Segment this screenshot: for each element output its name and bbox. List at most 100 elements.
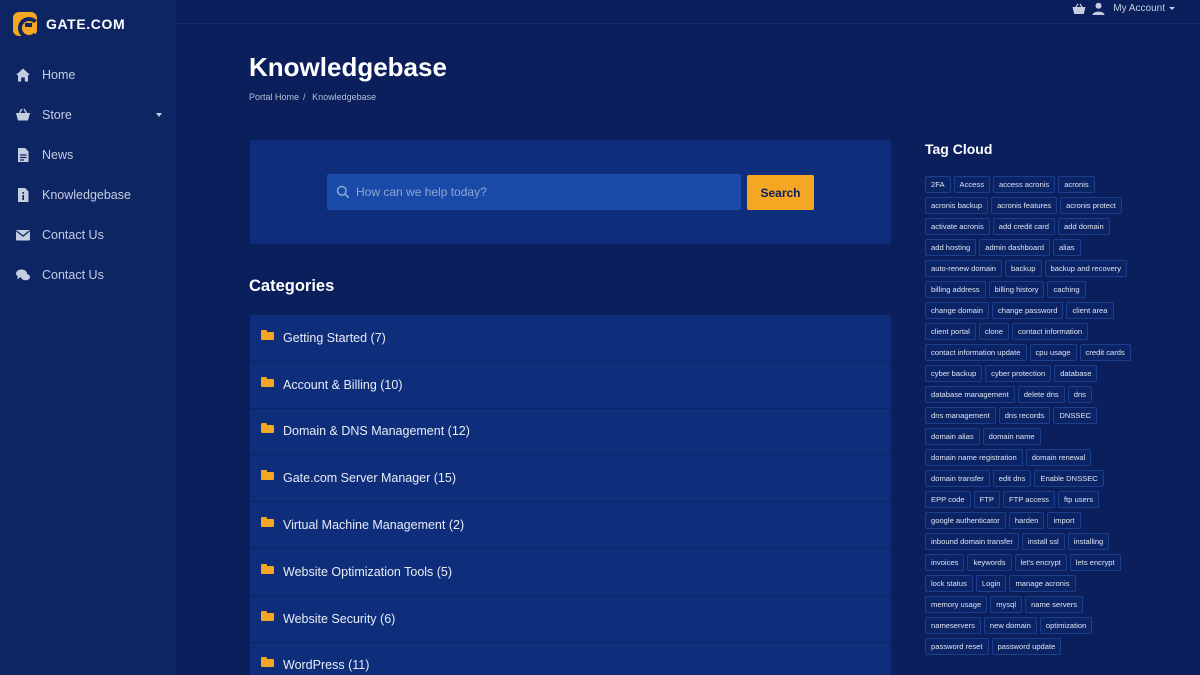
tag-link[interactable]: contact information [1012,323,1089,340]
tag-link[interactable]: alias [1052,239,1081,256]
tag-link[interactable]: optimization [1039,617,1093,634]
tag-link[interactable]: EPP code [925,491,971,508]
sidebar-item-home[interactable]: Home [0,55,175,95]
basket-icon[interactable] [1072,3,1086,15]
tag-link[interactable]: ftp users [1057,491,1100,508]
tag-link[interactable]: DNSSEC [1053,407,1098,424]
tag-link[interactable]: database management [925,386,1015,403]
tag-link[interactable]: google authenticator [925,512,1006,529]
tag-link[interactable]: cyber protection [985,365,1052,382]
tag-link[interactable]: dns management [925,407,996,424]
sidebar-item-contact-us[interactable]: Contact Us [0,215,175,255]
tag-link[interactable]: new domain [983,617,1037,634]
tag-link[interactable]: add credit card [992,218,1055,235]
tag-link[interactable]: dns records [998,407,1051,424]
tag-link[interactable]: domain transfer [925,470,990,487]
category-label: WordPress (11) [283,658,370,673]
category-item[interactable]: Getting Started (7) [250,315,891,362]
brand-logo[interactable]: GATE.COM [13,12,126,39]
tag-link[interactable]: cpu usage [1029,344,1077,361]
breadcrumb-link-portal-home[interactable]: Portal Home [249,92,299,102]
tag-link[interactable]: client area [1066,302,1114,319]
home-icon [16,68,30,82]
tag-link[interactable]: acronis features [991,197,1058,214]
tag-link[interactable]: memory usage [925,596,988,613]
tag-link[interactable]: client portal [925,323,976,340]
tag-link[interactable]: domain name registration [925,449,1023,466]
tag-link[interactable]: delete dns [1017,386,1065,403]
category-item[interactable]: Gate.com Server Manager (15) [250,455,891,503]
search-button[interactable]: Search [747,175,814,210]
tag-link[interactable]: domain name [982,428,1041,445]
tag-link[interactable]: activate acronis [925,218,990,235]
tag-link[interactable]: backup [1005,260,1042,277]
tag-link[interactable]: admin dashboard [979,239,1050,256]
category-item[interactable]: Website Optimization Tools (5) [250,548,891,596]
tag-link[interactable]: acronis [1058,176,1095,193]
tag-link[interactable]: inbound domain transfer [925,533,1019,550]
tag-link[interactable]: dns [1067,386,1092,403]
tag-link[interactable]: 2FA [925,176,951,193]
tag-link[interactable]: edit dns [992,470,1032,487]
category-label: Gate.com Server Manager (15) [283,471,456,486]
tag-link[interactable]: acronis backup [925,197,989,214]
tag-link[interactable]: manage acronis [1009,575,1076,592]
tag-link[interactable]: install ssl [1021,533,1065,550]
tag-link[interactable]: clone [978,323,1009,340]
category-item[interactable]: Virtual Machine Management (2) [250,502,891,549]
tag-link[interactable]: password reset [925,638,989,655]
tag-link[interactable]: harden [1008,512,1045,529]
sidebar-item-store[interactable]: Store [0,95,175,135]
tag-link[interactable]: acronis protect [1060,197,1122,214]
tag-link[interactable]: nameservers [925,617,981,634]
tag-link[interactable]: database [1054,365,1098,382]
category-item[interactable]: Domain & DNS Management (12) [250,408,891,456]
tag-link[interactable]: cyber backup [925,365,983,382]
tag-link[interactable]: Login [975,575,1007,592]
tag-link[interactable]: password update [991,638,1062,655]
tag-link[interactable]: change domain [925,302,989,319]
my-account-menu[interactable]: My Account [1092,2,1175,15]
tag-link[interactable]: domain alias [925,428,980,445]
tag-link[interactable]: import [1047,512,1081,529]
tag-link[interactable]: billing history [988,281,1045,298]
tag-link[interactable]: Access [953,176,990,193]
tag-link[interactable]: backup and recovery [1044,260,1128,277]
folder-icon [261,610,274,621]
sidebar-item-label: Contact Us [42,228,104,242]
sidebar-item-contact-us-chat[interactable]: Contact Us [0,255,175,295]
sidebar-item-news[interactable]: News [0,135,175,175]
tag-link[interactable]: contact information update [925,344,1027,361]
tag-link[interactable]: access acronis [993,176,1056,193]
tag-link[interactable]: credit cards [1079,344,1131,361]
tag-link[interactable]: invoices [925,554,965,571]
category-item[interactable]: Website Security (6) [250,595,891,643]
tag-link[interactable]: let's encrypt [1014,554,1067,571]
tag-link[interactable]: keywords [967,554,1012,571]
tag-link[interactable]: domain renewal [1025,449,1092,466]
tag-link[interactable]: billing address [925,281,986,298]
tag-link[interactable]: FTP access [1002,491,1055,508]
tag-link[interactable]: caching [1047,281,1086,298]
logo-icon [13,12,40,39]
top-bar: My Account [175,0,1200,24]
tag-link[interactable]: change password [991,302,1064,319]
brand-name: GATE.COM [46,16,126,32]
tag-link[interactable]: mysql [990,596,1023,613]
tag-link[interactable]: add hosting [925,239,977,256]
envelope-icon [16,230,30,241]
category-item[interactable]: WordPress (11) [250,642,891,675]
sidebar-item-label: News [42,148,74,162]
tag-link[interactable]: add domain [1058,218,1110,235]
tag-link[interactable]: lock status [925,575,973,592]
tag-link[interactable]: Enable DNSSEC [1034,470,1104,487]
tag-link[interactable]: name servers [1025,596,1084,613]
tag-link[interactable]: auto-renew domain [925,260,1003,277]
tag-link[interactable]: installing [1067,533,1110,550]
search-input[interactable] [356,185,741,199]
sidebar-item-knowledgebase[interactable]: Knowledgebase [0,175,175,215]
folder-icon [261,329,274,340]
category-item[interactable]: Account & Billing (10) [250,361,891,409]
tag-link[interactable]: FTP [973,491,1000,508]
tag-link[interactable]: lets encrypt [1069,554,1121,571]
